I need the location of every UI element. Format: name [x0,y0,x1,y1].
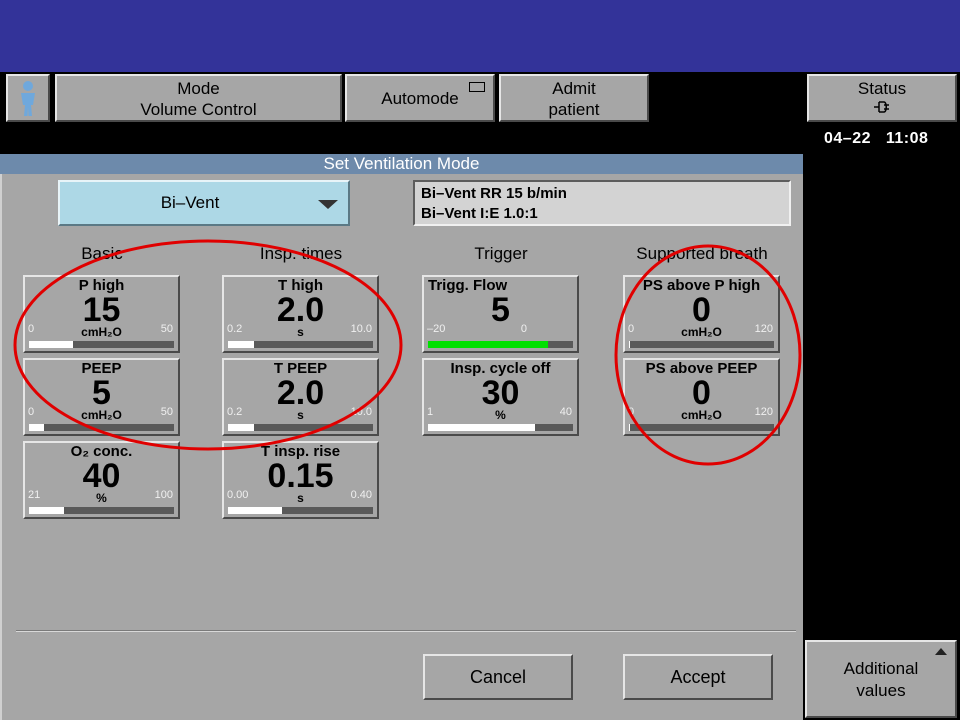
admit-label-1: Admit [552,79,596,98]
param-level-bar [228,341,373,348]
automode-indicator-icon [469,82,485,92]
cancel-button[interactable]: Cancel [423,654,573,700]
param-trigg-flow[interactable]: Trigg. Flow 5 –20 0 [422,275,579,353]
param-level-bar [228,424,373,431]
param-unit: s [297,325,304,339]
param-ps-above-p-high[interactable]: PS above P high 0 0 120 cmH₂O [623,275,780,353]
param-o2-conc[interactable]: O₂ conc. 40 21 100 % [23,441,180,519]
column-heading-trigger: Trigger [474,244,528,263]
set-ventilation-dialog [0,154,803,720]
column-heading-supported-breath: Supported breath [636,244,768,263]
param-unit: cmH₂O [681,408,722,422]
mode-button[interactable]: Mode Volume Control [55,74,342,122]
mode-button-label: Mode [177,79,220,98]
param-value: 5 [491,291,510,329]
param-unit: cmH₂O [681,325,722,339]
param-min: –20 [427,323,446,335]
param-max: 0 [520,323,527,335]
date-display: 04–22 [824,130,871,147]
param-level-fill [428,424,535,431]
param-t-peep[interactable]: T PEEP 2.0 0.2 10.0 s [222,358,379,436]
param-t-insp-rise[interactable]: T insp. rise 0.15 0.00 0.40 s [222,441,379,519]
time-display: 11:08 [885,130,929,147]
param-value: 15 [82,291,121,329]
column-heading-basic: Basic [81,244,123,263]
param-level-bar [629,424,774,431]
plug-icon [874,101,889,113]
admit-label-2: patient [548,100,600,119]
admit-patient-button[interactable]: Admit patient [499,74,649,122]
additional-label-1: Additional [843,659,919,678]
automode-button[interactable]: Automode [345,74,495,122]
param-level-fill [29,507,64,514]
patient-icon-button[interactable] [6,74,50,122]
mode-button-value: Volume Control [140,100,257,119]
param-ps-above-peep[interactable]: PS above PEEP 0 0 120 cmH₂O [623,358,780,436]
dropdown-arrow-icon [318,200,338,209]
automode-label: Automode [381,89,459,108]
param-level-bar [29,424,174,431]
dialog-title: Set Ventilation Mode [0,154,803,174]
expand-up-icon [935,648,947,655]
accept-button[interactable]: Accept [623,654,773,700]
param-unit: s [297,491,304,505]
dialog-divider [16,630,796,632]
dropdown-selected-value: Bi–Vent [160,193,220,212]
param-value: 5 [92,374,111,412]
param-unit: % [495,408,506,422]
info-line-rr: Bi–Vent RR 15 b/min [421,185,567,202]
param-level-fill [228,341,254,348]
param-p-high[interactable]: P high 15 0 50 cmH₂O [23,275,180,353]
ventilation-mode-dropdown[interactable]: Bi–Vent [58,180,350,226]
param-level-fill [228,424,254,431]
param-unit: s [297,408,304,422]
column-heading-insp-times: Insp. times [259,244,343,263]
additional-values-button[interactable]: Additional values [805,640,957,718]
person-icon [21,81,35,116]
additional-label-2: values [856,681,906,700]
status-label: Status [857,79,907,98]
mode-info-box: Bi–Vent RR 15 b/min Bi–Vent I:E 1.0:1 [413,180,791,226]
param-insp-cycle-off[interactable]: Insp. cycle off 30 1 40 % [422,358,579,436]
param-level-fill [29,341,73,348]
param-level-bar [29,341,174,348]
datetime: 04–22 11:08 [824,130,928,148]
param-level-bar [428,424,573,431]
param-t-high[interactable]: T high 2.0 0.2 10.0 s [222,275,379,353]
status-button[interactable]: Status [807,74,957,122]
param-unit: % [96,491,107,505]
param-value: 30 [481,374,520,412]
param-level-fill [629,424,630,431]
param-level-fill [428,341,548,348]
param-level-bar [428,341,573,348]
param-level-fill [228,507,282,514]
param-level-bar [629,341,774,348]
param-level-fill [29,424,44,431]
param-level-fill [629,341,630,348]
top-banner [0,0,960,72]
param-level-bar [29,507,174,514]
param-unit: cmH₂O [81,408,122,422]
info-line-ie: Bi–Vent I:E 1.0:1 [421,205,538,222]
param-unit: cmH₂O [81,325,122,339]
param-peep[interactable]: PEEP 5 0 50 cmH₂O [23,358,180,436]
param-level-bar [228,507,373,514]
